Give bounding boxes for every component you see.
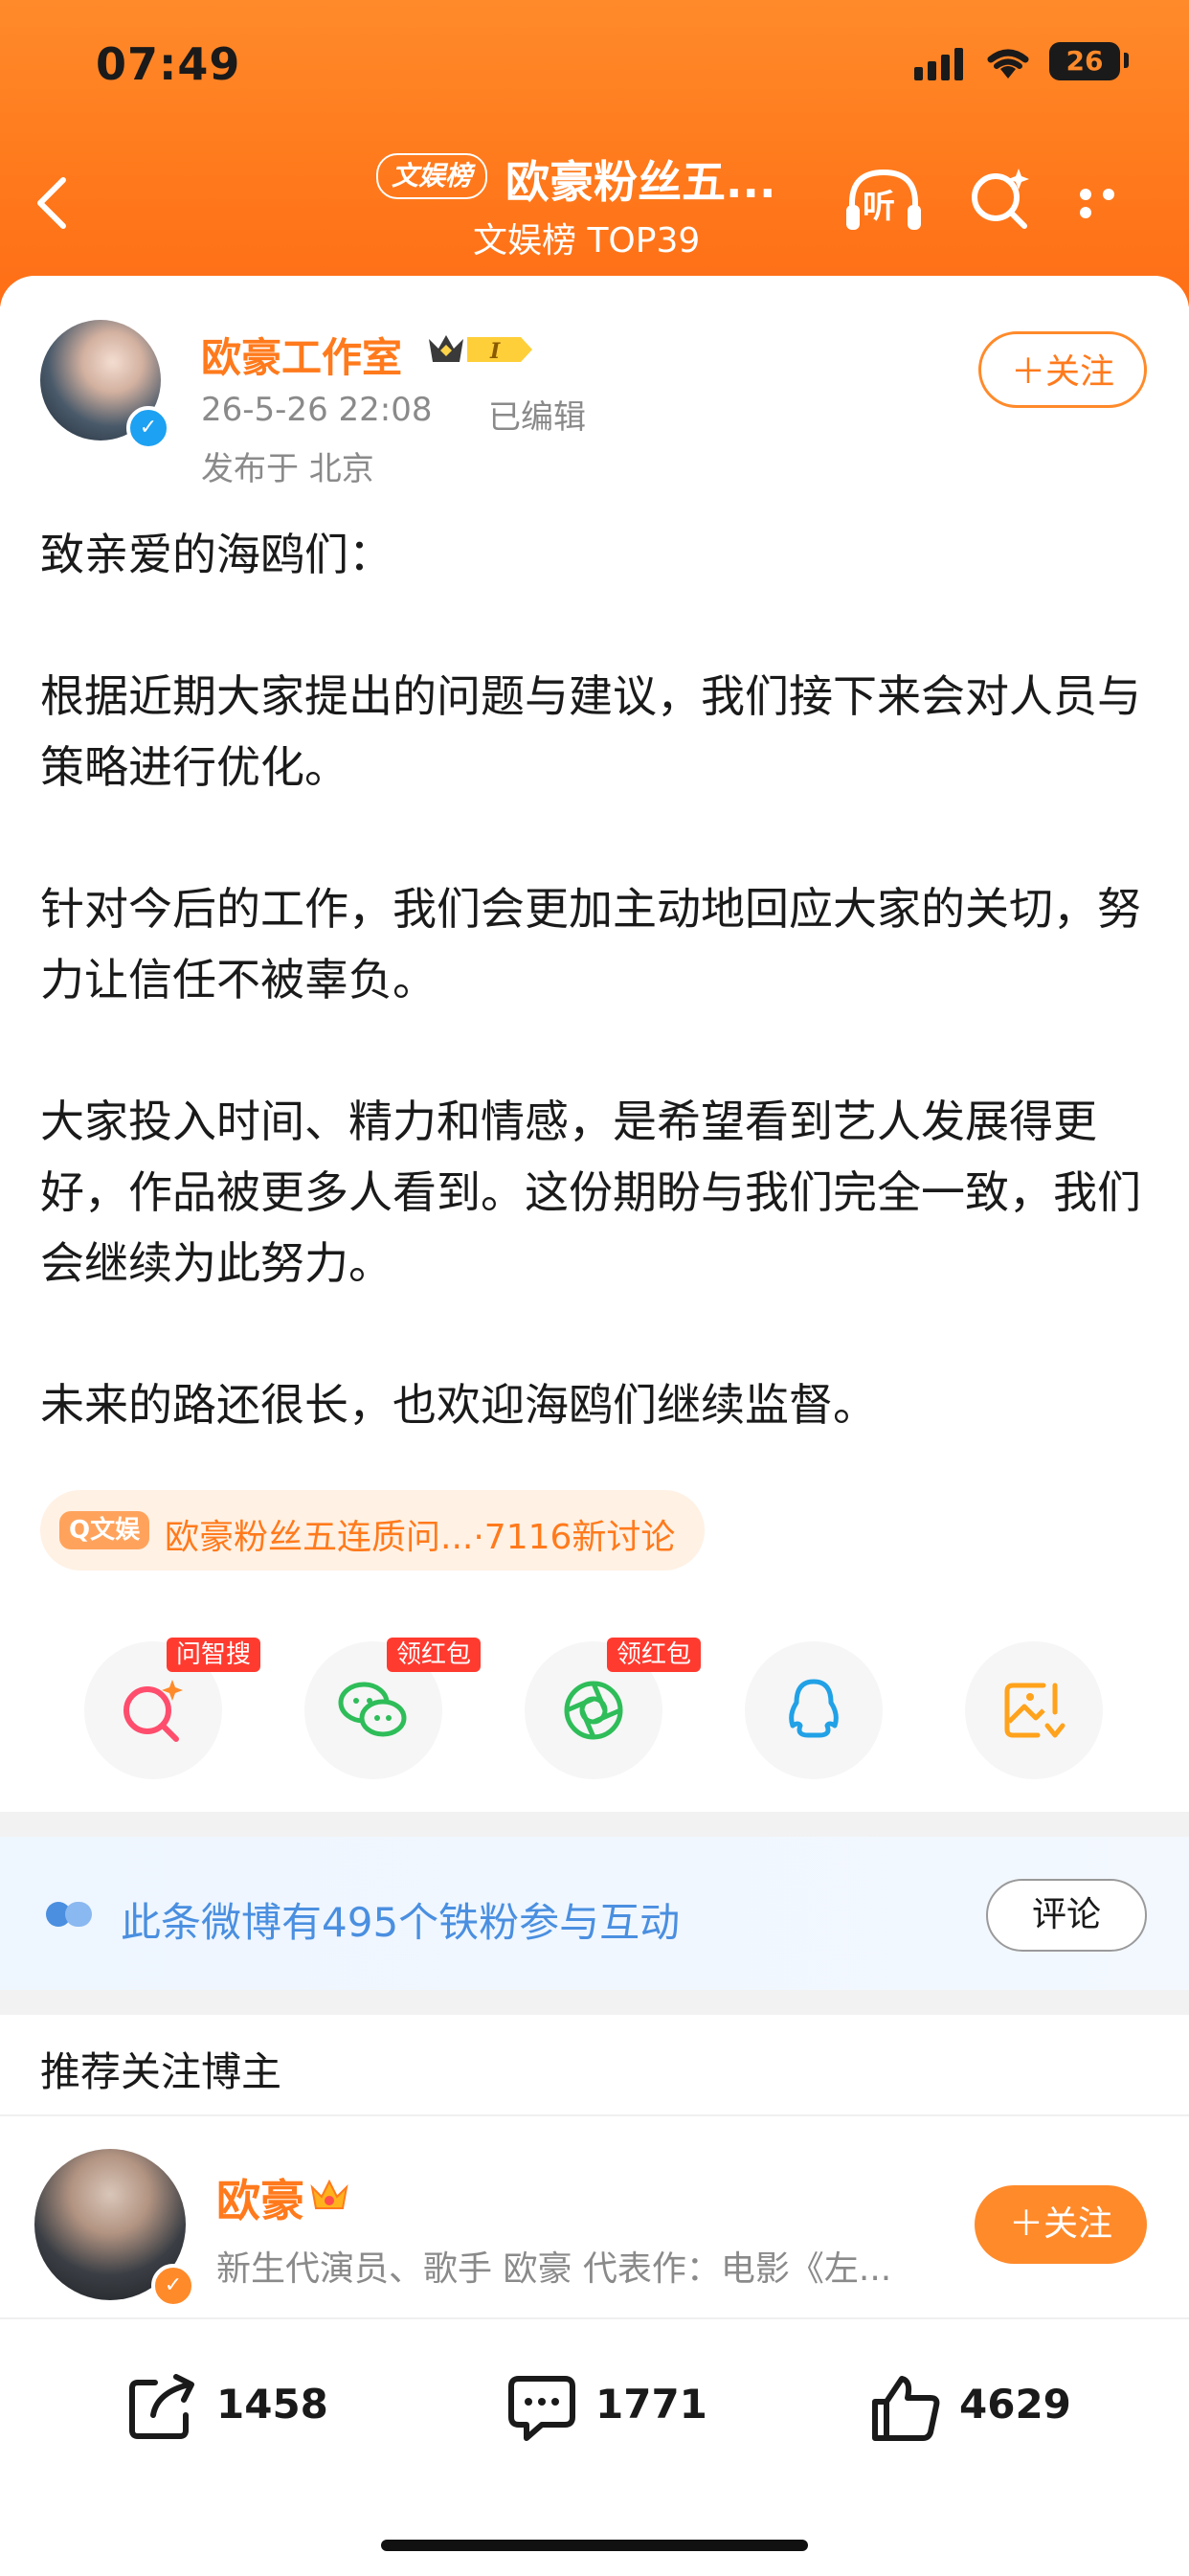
qq-icon xyxy=(789,1679,839,1738)
post-paragraph: 致亲爱的海鸥们： xyxy=(40,529,393,580)
ranking-subtitle[interactable]: 文娱榜 TOP39 xyxy=(473,213,700,262)
listen-button[interactable]: 听 xyxy=(844,167,923,236)
like-button[interactable]: 4629 xyxy=(869,2369,1099,2446)
repost-icon xyxy=(129,2374,194,2439)
post-body: 致亲爱的海鸥们： 根据近期大家提出的问题与建议，我们接下来会对人员与策略进行优化… xyxy=(40,519,1151,1440)
battery-cap xyxy=(1124,53,1129,68)
repost-count: 1458 xyxy=(216,2381,328,2428)
section-divider xyxy=(0,1812,1189,1837)
header: 07:49 26 文娱榜 欧豪粉丝五... 文娱榜 TOP39 听 xyxy=(0,0,1189,306)
topic-tag-label: Q文娱 xyxy=(59,1511,150,1549)
recommended-user-name[interactable]: 欧豪 xyxy=(216,2166,304,2229)
vip-level-badge-icon: I xyxy=(429,335,532,364)
back-icon[interactable] xyxy=(29,174,77,232)
status-time: 07:49 xyxy=(96,38,241,90)
thumbs-up-icon xyxy=(872,2376,940,2441)
recommend-section-title: 推荐关注博主 xyxy=(40,2048,282,2095)
comment-icon xyxy=(508,2376,575,2441)
more-options-icon[interactable] xyxy=(1080,186,1147,218)
crown-icon xyxy=(310,2179,348,2209)
post-timestamp: 26-5-26 22:08 xyxy=(201,391,433,429)
save-image-button[interactable] xyxy=(965,1641,1103,1779)
verified-badge-icon: ✓ xyxy=(151,2264,195,2308)
ai-search-icon[interactable] xyxy=(967,165,1034,232)
post-paragraph: 根据近期大家提出的问题与建议，我们接下来会对人员与策略进行优化。 xyxy=(40,670,1141,793)
save-image-icon xyxy=(1004,1683,1066,1738)
recommended-user-description: 新生代演员、歌手 欧豪 代表作：电影《左... xyxy=(216,2249,892,2289)
divider xyxy=(0,2114,1189,2116)
repost-button[interactable]: 1458 xyxy=(126,2369,356,2446)
topic-ranking-badge: 文娱榜 xyxy=(376,153,488,199)
fans-interaction-text: 此条微博有495个铁粉参与互动 xyxy=(121,1899,681,1946)
bottom-action-bar: 1458 1771 4629 xyxy=(0,2317,1189,2576)
like-count: 4629 xyxy=(959,2381,1071,2428)
topic-tag-title: 欧豪粉丝五连质问... xyxy=(165,1518,474,1557)
share-qq-button[interactable] xyxy=(745,1641,883,1779)
author-name[interactable]: 欧豪工作室 xyxy=(201,326,402,384)
wechat-icon xyxy=(338,1682,407,1737)
red-packet-badge: 领红包 xyxy=(387,1638,482,1672)
cellular-signal-icon xyxy=(914,46,964,80)
comment-action-button[interactable]: 1771 xyxy=(505,2369,735,2446)
edited-label[interactable]: 已编辑 xyxy=(488,391,586,438)
home-indicator[interactable] xyxy=(381,2540,808,2551)
verified-badge-icon: ✓ xyxy=(126,406,170,450)
section-divider xyxy=(0,1990,1189,2015)
ai-search-icon xyxy=(123,1680,183,1742)
moments-icon xyxy=(564,1681,623,1740)
svg-text:I: I xyxy=(489,339,501,364)
topic-tag[interactable]: Q文娱 欧豪粉丝五连质问...·7116新讨论 xyxy=(40,1490,705,1570)
red-packet-badge: 领红包 xyxy=(607,1638,702,1672)
topic-discussion-count: ·7116新讨论 xyxy=(473,1518,676,1557)
fans-icon xyxy=(46,1902,92,1927)
comment-count: 1771 xyxy=(595,2381,707,2428)
post-location: 发布于 北京 xyxy=(201,450,374,488)
topic-tag-text: 欧豪粉丝五连质问...·7116新讨论 xyxy=(165,1509,675,1559)
wifi-icon xyxy=(987,49,1029,79)
recommended-follow-button[interactable]: ＋关注 xyxy=(975,2185,1147,2264)
listen-label: 听 xyxy=(863,188,895,226)
page-title[interactable]: 欧豪粉丝五... xyxy=(505,147,775,211)
ai-search-badge: 问智搜 xyxy=(167,1638,261,1672)
fans-interaction-banner[interactable]: 此条微博有495个铁粉参与互动 评论 xyxy=(0,1837,1189,1990)
post-paragraph: 针对今后的工作，我们会更加主动地回应大家的关切，努力让信任不被辜负。 xyxy=(40,883,1141,1006)
follow-button[interactable]: ＋关注 xyxy=(978,331,1147,408)
post-paragraph: 大家投入时间、精力和情感，是希望看到艺人发展得更好，作品被更多人看到。这份期盼与… xyxy=(40,1096,1141,1289)
battery-icon: 26 xyxy=(1049,42,1120,80)
comment-button[interactable]: 评论 xyxy=(986,1879,1147,1952)
post-paragraph: 未来的路还很长，也欢迎海鸥们继续监督。 xyxy=(40,1379,877,1431)
